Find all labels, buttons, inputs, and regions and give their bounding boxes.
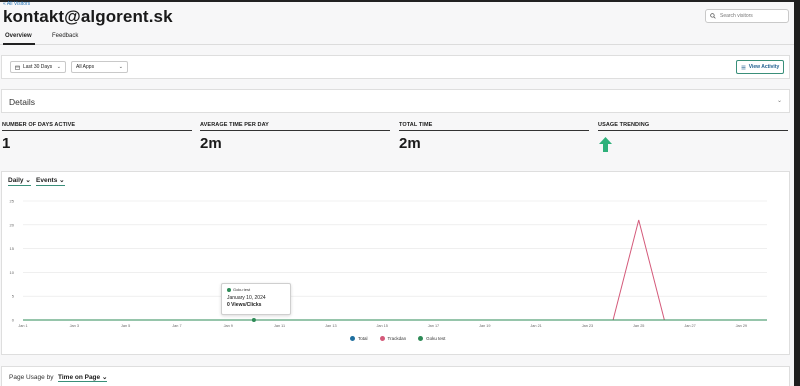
page-usage-label: Page Usage by	[9, 374, 54, 381]
x-tick-label: Jan 11	[274, 324, 285, 328]
tab-feedback[interactable]: Feedback	[52, 33, 78, 39]
x-tick-label: Jan 5	[121, 324, 130, 328]
page-usage-dimension-dropdown[interactable]: Time on Page ⌄	[58, 373, 108, 382]
y-tick-label: 5	[12, 294, 15, 299]
window-top-border	[0, 0, 794, 2]
series-dot	[227, 287, 231, 292]
legend-item-goku[interactable]: Goku test	[418, 336, 445, 341]
x-tick-label: Jan 27	[684, 324, 695, 328]
activity-chart: 0 5 10 15 20 25 Jan 1 Jan 3 Jan 5 Jan 7 Jan 9 Jan 1…	[10, 199, 767, 328]
y-tick-label: 25	[10, 199, 15, 204]
legend-label: Total	[358, 336, 368, 341]
x-tick-label: Jan 1	[18, 324, 27, 328]
trend-up-arrow-icon	[599, 137, 612, 152]
stat-heading: USAGE TRENDING	[598, 122, 788, 131]
details-panel[interactable]: Details ⌄	[1, 89, 790, 113]
x-tick-label: Jan 15	[376, 324, 387, 328]
list-icon	[741, 65, 746, 69]
search-input[interactable]	[720, 13, 785, 19]
stat-total-time: TOTAL TIME 2m	[399, 122, 589, 152]
window-right-border	[794, 0, 800, 386]
legend-swatch	[418, 336, 424, 341]
page-usage-panel: Page Usage by Time on Page ⌄	[1, 366, 790, 386]
details-label: Details	[9, 97, 35, 107]
tab-overview[interactable]: Overview	[5, 33, 32, 39]
stat-avg-time: AVERAGE TIME PER DAY 2m	[200, 122, 390, 152]
tooltip-series: Goku test	[227, 287, 285, 292]
stat-value: 2m	[399, 135, 421, 152]
tab-bar: Overview Feedback	[0, 31, 794, 45]
chevron-down-icon[interactable]: ⌄	[777, 97, 782, 104]
x-tick-label: Jan 13	[325, 324, 336, 328]
search-icon	[710, 13, 716, 19]
y-tick-label: 20	[10, 222, 15, 227]
legend-swatch	[350, 336, 355, 341]
activity-chart-panel: Daily ⌄ Events ⌄ 0 5 10 15 20 25 Jan 1 Jan 3 Jan…	[1, 171, 790, 355]
active-tab-indicator	[3, 43, 35, 45]
x-tick-label: Jan 29	[736, 324, 747, 328]
page-title: kontakt@algorent.sk	[3, 7, 173, 26]
stat-days-active: NUMBER OF DAYS ACTIVE 1	[2, 122, 192, 152]
legend-label: Trackdan	[387, 336, 407, 341]
legend-label: Goku test	[426, 336, 446, 341]
x-tick-label: Jan 9	[224, 324, 233, 328]
stat-value: 1	[2, 135, 11, 152]
legend-item-total[interactable]: Total	[350, 336, 368, 341]
stat-heading: TOTAL TIME	[399, 122, 589, 131]
x-tick-label: Jan 19	[479, 324, 490, 328]
legend-item-trackdan[interactable]: Trackdan	[379, 336, 407, 341]
date-range-select[interactable]: Last 30 Days ⌄	[10, 61, 66, 73]
x-tick-label: Jan 7	[172, 324, 181, 328]
x-tick-label: Jan 3	[70, 324, 79, 328]
series-line-trackdan	[23, 219, 767, 321]
y-tick-label: 15	[10, 246, 15, 251]
chevron-down-icon: ⌄	[118, 64, 123, 70]
x-tick-label: Jan 23	[582, 324, 593, 328]
tooltip-date: January 10, 2024	[227, 295, 266, 301]
stat-value: 2m	[200, 135, 222, 152]
legend-swatch	[379, 336, 385, 341]
stat-usage-trending: USAGE TRENDING	[598, 122, 788, 131]
apps-value: All Apps	[76, 64, 95, 70]
stat-heading: NUMBER OF DAYS ACTIVE	[2, 122, 192, 131]
stat-heading: AVERAGE TIME PER DAY	[200, 122, 390, 131]
calendar-icon	[15, 65, 20, 70]
tooltip-value: 0 Views/Clicks	[227, 302, 262, 308]
y-tick-label: 10	[10, 270, 15, 275]
y-tick-label: 0	[12, 318, 15, 323]
view-activity-button[interactable]: View Activity	[736, 60, 784, 74]
dimension-label: Time on Page	[58, 374, 101, 381]
x-tick-label: Jan 25	[633, 324, 644, 328]
search-box[interactable]	[705, 9, 789, 23]
tooltip-series-name: Goku test	[233, 287, 251, 292]
chevron-down-icon: ⌄	[56, 64, 61, 70]
x-tick-label: Jan 21	[530, 324, 541, 328]
highlighted-data-point	[251, 318, 256, 322]
x-tick-label: Jan 17	[428, 324, 439, 328]
view-activity-label: View Activity	[748, 64, 780, 70]
chart-legend: Total Trackdan Goku test	[350, 336, 445, 341]
filter-bar: Last 30 Days ⌄ All Apps ⌄ View Activity	[1, 55, 790, 79]
chart-tooltip: Goku test January 10, 2024 0 Views/Click…	[221, 283, 291, 315]
apps-select[interactable]: All Apps ⌄	[71, 61, 128, 73]
date-range-value: Last 30 Days	[23, 64, 53, 70]
